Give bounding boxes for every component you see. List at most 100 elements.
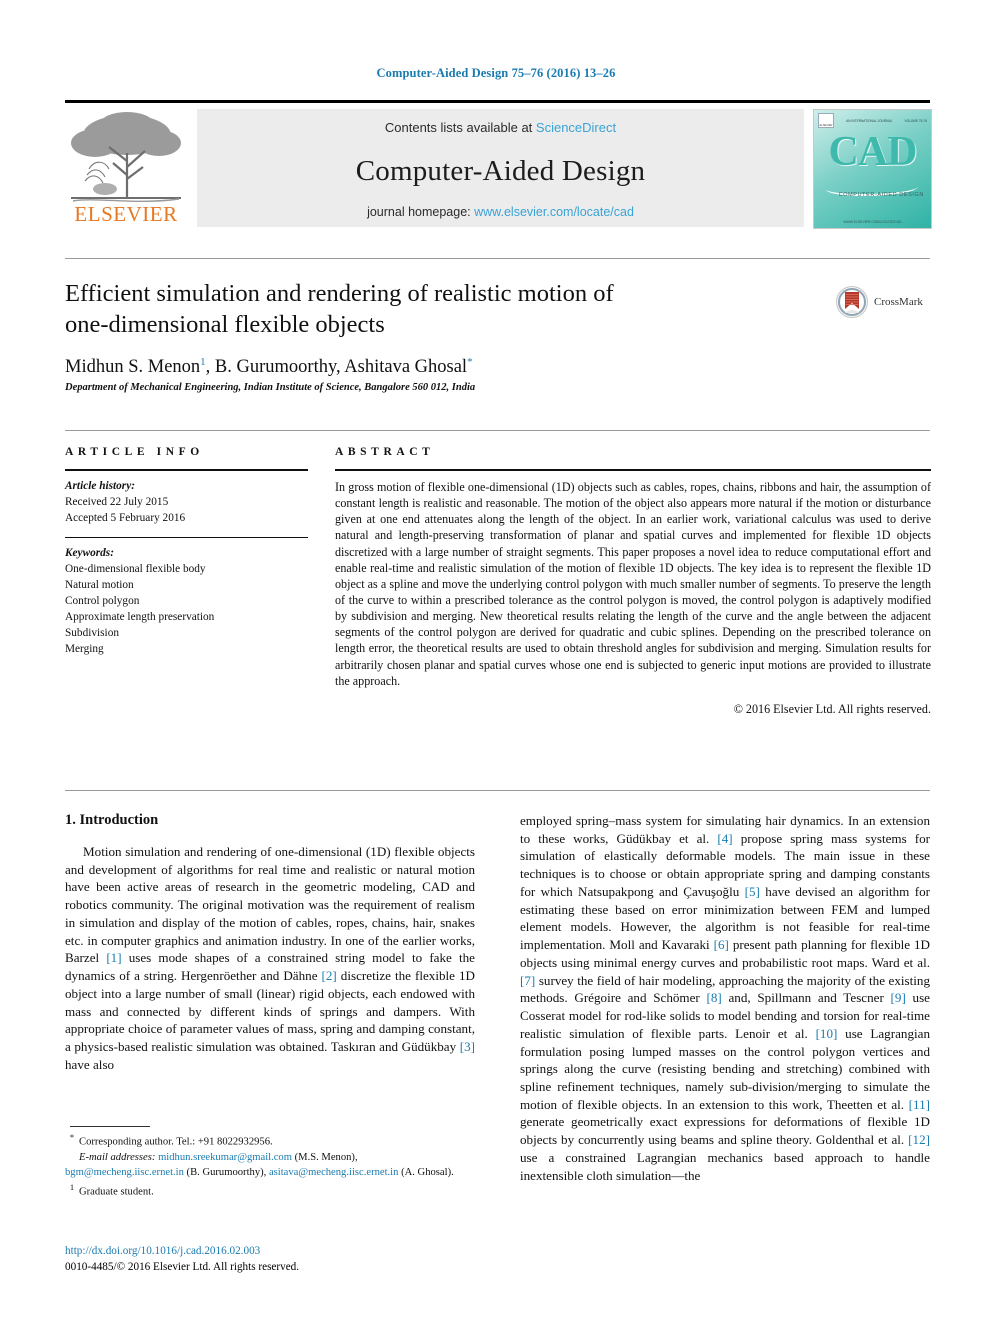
sciencedirect-link[interactable]: ScienceDirect — [536, 120, 616, 135]
intro-paragraph-right: employed spring–mass system for simulati… — [520, 812, 930, 1184]
email-link-3[interactable]: asitava@mecheng.iisc.ernet.in — [269, 1167, 398, 1178]
intro-paragraph-left: Motion simulation and rendering of one-d… — [65, 843, 475, 1074]
keywords-rule — [65, 537, 308, 539]
citation-ref-6[interactable]: [6] — [714, 937, 729, 952]
footnote-graduate-student: 1 Graduate student. — [65, 1182, 477, 1200]
keyword-item: Control polygon — [65, 595, 140, 608]
elsevier-tree-icon — [65, 109, 187, 209]
elsevier-wordmark: ELSEVIER — [74, 202, 178, 226]
crossmark-label: CrossMark — [874, 296, 923, 308]
citation-ref-5[interactable]: [5] — [745, 884, 760, 899]
footnote-block: * Corresponding author. Tel.: +91 8022932… — [65, 1132, 477, 1201]
cover-elsevier-mark: ELSEVIER — [818, 113, 834, 128]
paper-page: Computer-Aided Design 75–76 (2016) 13–26 — [0, 0, 992, 1323]
intro-right-text-9: generate geometrically exact expressions… — [520, 1114, 930, 1148]
article-info-column: ARTICLE INFO Article history: Received 2… — [65, 446, 308, 657]
citation-ref-4[interactable]: [4] — [717, 831, 732, 846]
citation-ref-2[interactable]: [2] — [322, 968, 337, 983]
body-column-right: employed spring–mass system for simulati… — [520, 812, 930, 1184]
crossmark-icon — [836, 286, 868, 318]
author-sep-1: , — [205, 357, 215, 378]
journal-homepage-link[interactable]: www.elsevier.com/locate/cad — [474, 205, 634, 219]
citation-ref-3[interactable]: [3] — [460, 1039, 475, 1054]
keyword-item: Subdivision — [65, 627, 119, 640]
article-info-heading: ARTICLE INFO — [65, 446, 204, 458]
masthead-panel: Contents lists available at ScienceDirec… — [197, 109, 804, 227]
cover-footer-url: WWW.ELSEVIER.COM/LOCATE/CAD — [843, 220, 902, 224]
article-received-date: Received 22 July 2015 — [65, 496, 169, 509]
abstract-text: In gross motion of flexible one-dimensio… — [335, 480, 931, 688]
keywords-label: Keywords: — [65, 547, 114, 560]
citation-ref-11[interactable]: [11] — [909, 1097, 930, 1112]
title-block: Efficient simulation and rendering of re… — [65, 278, 815, 393]
journal-cover-thumbnail[interactable]: ELSEVIER AN INTERNATIONAL JOURNAL VOLUME… — [813, 109, 932, 229]
citation-ref-1[interactable]: [1] — [106, 950, 121, 965]
intro-left-text-4: have also — [65, 1056, 115, 1072]
title-bottom-rule — [65, 430, 930, 431]
section-heading-introduction: 1. Introduction — [65, 812, 159, 828]
email-link-1[interactable]: midhun.sreekumar@gmail.com — [158, 1152, 292, 1163]
doi-link[interactable]: http://dx.doi.org/10.1016/j.cad.2016.02.… — [65, 1243, 477, 1259]
keyword-item: Natural motion — [65, 579, 134, 592]
author-3: Ashitava Ghosal — [344, 357, 468, 378]
intro-right-text-6: and, Spillmann and Tescner — [721, 990, 891, 1006]
abstract-rule — [335, 469, 931, 471]
author-list: Midhun S. Menon1, B. Gurumoorthy, Ashita… — [65, 356, 815, 378]
body-column-left: 1. Introduction Motion simulation and re… — [65, 812, 475, 1074]
article-accepted-date: Accepted 5 February 2016 — [65, 512, 186, 525]
email-owner-1: (M.S. Menon), — [291, 1152, 358, 1164]
citation-ref-8[interactable]: [8] — [706, 990, 721, 1005]
abstract-heading: ABSTRACT — [335, 446, 435, 458]
cover-cad-title: CAD — [828, 129, 918, 175]
paper-title: Efficient simulation and rendering of re… — [65, 278, 815, 340]
journal-title: Computer-Aided Design — [355, 155, 646, 187]
footnote-one-marker: 1 — [69, 1182, 75, 1193]
keyword-item: Merging — [65, 643, 104, 656]
citation-ref-12[interactable]: [12] — [908, 1132, 930, 1147]
citation-ref-10[interactable]: [10] — [816, 1026, 838, 1041]
abstract-copyright: © 2016 Elsevier Ltd. All rights reserved… — [733, 701, 931, 716]
citation-ref-9[interactable]: [9] — [891, 990, 906, 1005]
footnote-corresponding-text: Corresponding author. Tel.: +91 80229329… — [79, 1136, 273, 1148]
contents-prefix: Contents lists available at — [384, 120, 536, 135]
footnote-separator-rule — [70, 1126, 150, 1127]
issn-copyright-line: 0010-4485/© 2016 Elsevier Ltd. All right… — [65, 1261, 300, 1274]
homepage-prefix: journal homepage: — [367, 205, 475, 219]
author-affiliation: Department of Mechanical Engineering, In… — [65, 382, 476, 394]
elsevier-logo: ELSEVIER — [65, 109, 187, 227]
cover-header-strip: ELSEVIER AN INTERNATIONAL JOURNAL VOLUME… — [818, 113, 927, 128]
paper-title-line2: one-dimensional flexible objects — [65, 311, 385, 339]
footnote-graduate-text: Graduate student. — [79, 1186, 154, 1198]
cover-subtitle: COMPUTER-AIDED DESIGN — [838, 192, 924, 198]
email-owner-2: (B. Gurumoorthy), — [183, 1167, 269, 1179]
body-top-rule — [65, 790, 930, 791]
email-addresses-label: E-mail addresses: — [79, 1152, 156, 1164]
email-link-2[interactable]: bgm@mecheng.iisc.ernet.in — [65, 1167, 184, 1178]
citation-ref-7[interactable]: [7] — [520, 973, 535, 988]
journal-homepage-line: journal homepage: www.elsevier.com/locat… — [197, 205, 804, 219]
author-3-footnote-marker[interactable]: * — [467, 356, 473, 368]
intro-right-text-10: use a constrained Lagrangian mechanics b… — [520, 1149, 930, 1183]
keywords-group: Keywords: One-dimensional flexible body … — [65, 545, 308, 657]
masthead-bottom-rule — [65, 258, 930, 259]
cover-header-center: AN INTERNATIONAL JOURNAL — [846, 118, 893, 123]
cover-header-right: VOLUME 75-76 — [904, 118, 927, 123]
doi-block: http://dx.doi.org/10.1016/j.cad.2016.02.… — [65, 1243, 477, 1275]
footnote-corresponding-author: * Corresponding author. Tel.: +91 8022932… — [65, 1132, 477, 1150]
article-info-rule — [65, 469, 308, 471]
footnote-emails: E-mail addresses: midhun.sreekumar@gmail… — [65, 1151, 477, 1181]
contents-available-line: Contents lists available at ScienceDirec… — [197, 120, 804, 135]
paper-title-line1: Efficient simulation and rendering of re… — [65, 280, 614, 307]
author-1: Midhun S. Menon — [65, 357, 201, 378]
email-owner-3: (A. Ghosal). — [398, 1167, 454, 1179]
abstract-column: ABSTRACT In gross motion of flexible one… — [335, 446, 931, 717]
footnote-star-marker: * — [69, 1132, 75, 1142]
article-history-label: Article history: — [65, 480, 135, 492]
running-head: Computer-Aided Design 75–76 (2016) 13–26 — [376, 66, 616, 80]
keyword-item: Approximate length preservation — [65, 611, 215, 624]
journal-masthead: ELSEVIER Contents lists available at Sci… — [65, 100, 932, 230]
masthead-top-rule — [65, 100, 930, 103]
author-2: B. Gurumoorthy — [214, 357, 337, 378]
keyword-item: One-dimensional flexible body — [65, 563, 206, 576]
crossmark-badge[interactable]: CrossMark — [835, 284, 940, 320]
